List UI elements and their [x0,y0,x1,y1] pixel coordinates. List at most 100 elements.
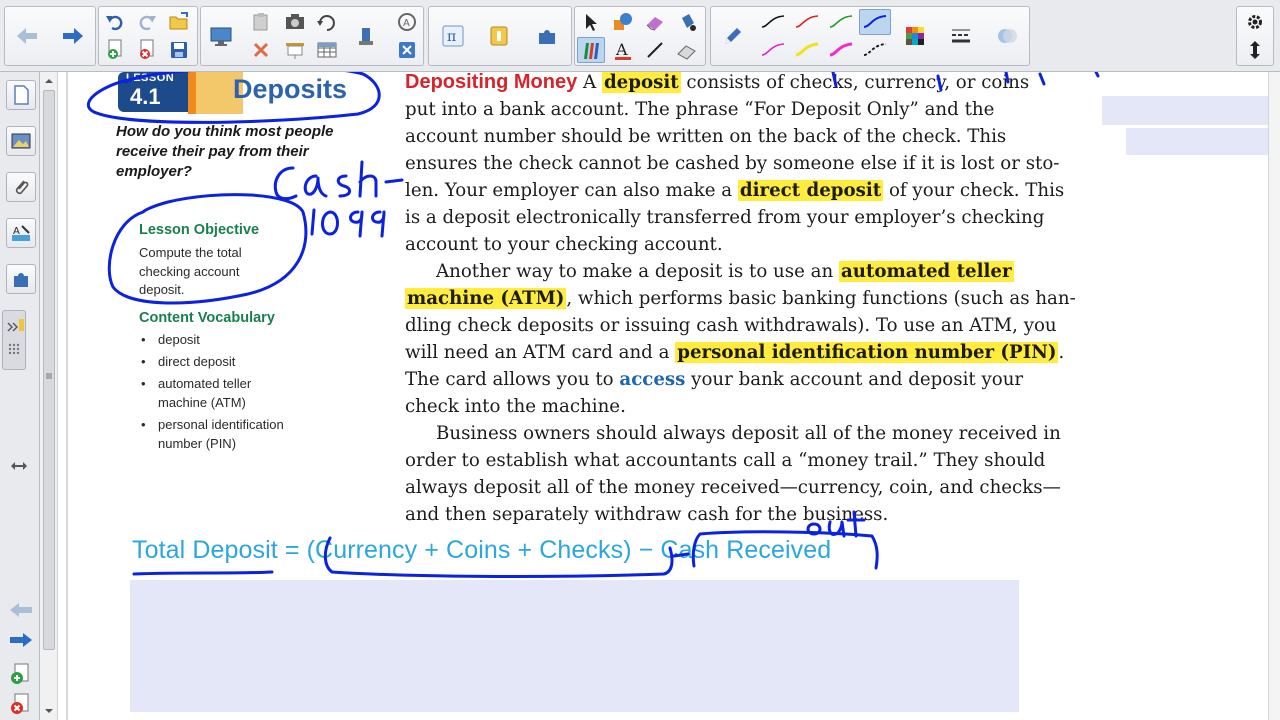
pen-pink-highlighter-button[interactable] [827,37,855,63]
pen-magenta-button[interactable] [759,37,787,63]
forward-button[interactable] [59,23,87,49]
gallery-icon [11,133,31,149]
ink-minus [672,552,690,558]
left-arrow-icon [10,603,32,617]
toolbar-position-button[interactable] [1241,37,1269,63]
pen-icon [584,43,599,59]
add-page-button[interactable] [101,37,129,63]
activity-builder-button[interactable] [485,23,513,49]
line-icon [647,42,663,58]
shapes-tool-button[interactable] [609,9,637,35]
svg-text:π: π [447,29,456,45]
select-tool-button[interactable] [577,9,605,35]
pen-nib-icon [725,28,741,44]
screen-shade-button[interactable] [207,23,235,49]
open-button[interactable] [165,9,193,35]
settings-button[interactable] [1241,9,1269,35]
attachments-tab[interactable] [6,172,36,202]
toolbar-group-pens [710,6,1030,66]
delete-page-button[interactable] [133,37,161,63]
undo-button[interactable] [101,9,129,35]
next-page-button[interactable] [8,630,34,650]
pen-black-button[interactable] [759,9,787,35]
whiteboard-page[interactable]: LESSON 4.1 Deposits How do you think mos… [68,72,1268,720]
eraser-tool-button[interactable] [641,9,669,35]
dashed-pen-stroke-icon [863,43,887,56]
panel-resize-handle[interactable] [10,458,28,472]
response-icon: A [398,13,416,31]
scrollbar-thumb[interactable] [43,90,55,650]
left-arrow-icon [17,28,37,44]
undo-icon [106,15,123,31]
ink-mark [1004,72,1010,84]
ink-cash-s [336,174,351,198]
grip-icon [7,319,24,355]
document-camera-icon [359,28,373,45]
ink-dash [384,178,404,184]
full-screen-button[interactable] [281,37,309,63]
pen-green-button[interactable] [827,9,855,35]
page-scrollbar[interactable] [40,72,58,720]
gear-icon [1248,15,1262,29]
transparency-button[interactable] [993,23,1021,49]
eraser-block-icon [677,45,696,60]
toolbar-group-page [98,6,198,66]
toolbar-group-settings [1236,6,1274,66]
right-edge [1268,72,1280,720]
save-icon [171,42,187,58]
reset-page-button[interactable] [313,9,341,35]
sidebar-expand-handle[interactable] [2,310,26,370]
sidebar-add-page-button[interactable] [8,662,32,686]
text-tool-button[interactable]: A [609,37,637,63]
green-pen-stroke-icon [829,15,853,28]
svg-text:A: A [13,226,20,237]
document-camera-button[interactable] [353,23,381,49]
black-pen-stroke-icon [761,15,785,28]
screen-capture-button[interactable] [281,9,309,35]
reset-icon [317,15,335,31]
ink-cash-h [358,160,378,198]
line-tool-button[interactable] [641,37,669,63]
properties-tab[interactable]: A [6,218,36,248]
insert-table-button[interactable] [313,37,341,63]
save-button[interactable] [165,37,193,63]
ink-cash-c [273,166,298,201]
addons-tab[interactable] [6,264,36,294]
pen-properties-button[interactable] [719,23,747,49]
line-style-button[interactable] [947,23,975,49]
math-tools-button[interactable]: π [439,23,467,49]
transparency-icon [998,29,1017,43]
addons-button[interactable] [533,23,561,49]
line-style-icon [952,29,970,43]
paste-button[interactable] [247,9,275,35]
projector-icon [286,43,304,59]
delete-page-icon [140,39,154,59]
previous-page-button[interactable] [8,600,34,620]
ink-mark [1094,72,1100,78]
redo-button[interactable] [133,9,161,35]
pen-tool-button[interactable] [577,37,605,63]
back-button[interactable] [13,23,41,49]
delete-button[interactable] [247,37,275,63]
delete-page-icon [11,693,29,714]
fill-tool-button[interactable] [673,9,701,35]
pen-red-button[interactable] [793,9,821,35]
sidebar-delete-page-button[interactable] [8,692,32,716]
magic-pen-button[interactable] [673,37,701,63]
response-button[interactable]: A [393,9,421,35]
pen-yellow-button[interactable] [793,37,821,63]
eraser-icon [646,17,663,31]
gallery-tab[interactable] [6,126,36,156]
lightbulb-icon [490,26,508,46]
page-sorter-tab[interactable] [6,80,36,110]
scroll-down-icon [45,709,53,713]
red-pen-stroke-icon [795,15,819,28]
addons-icon [14,273,28,287]
pen-dashed-button[interactable] [859,37,891,63]
close-app-button[interactable] [393,37,421,63]
ink-underline-total [132,570,274,576]
pen-blue-button[interactable] [859,9,891,35]
paste-icon [253,13,268,31]
color-palette-button[interactable] [901,23,929,49]
right-arrow-icon [63,28,83,44]
